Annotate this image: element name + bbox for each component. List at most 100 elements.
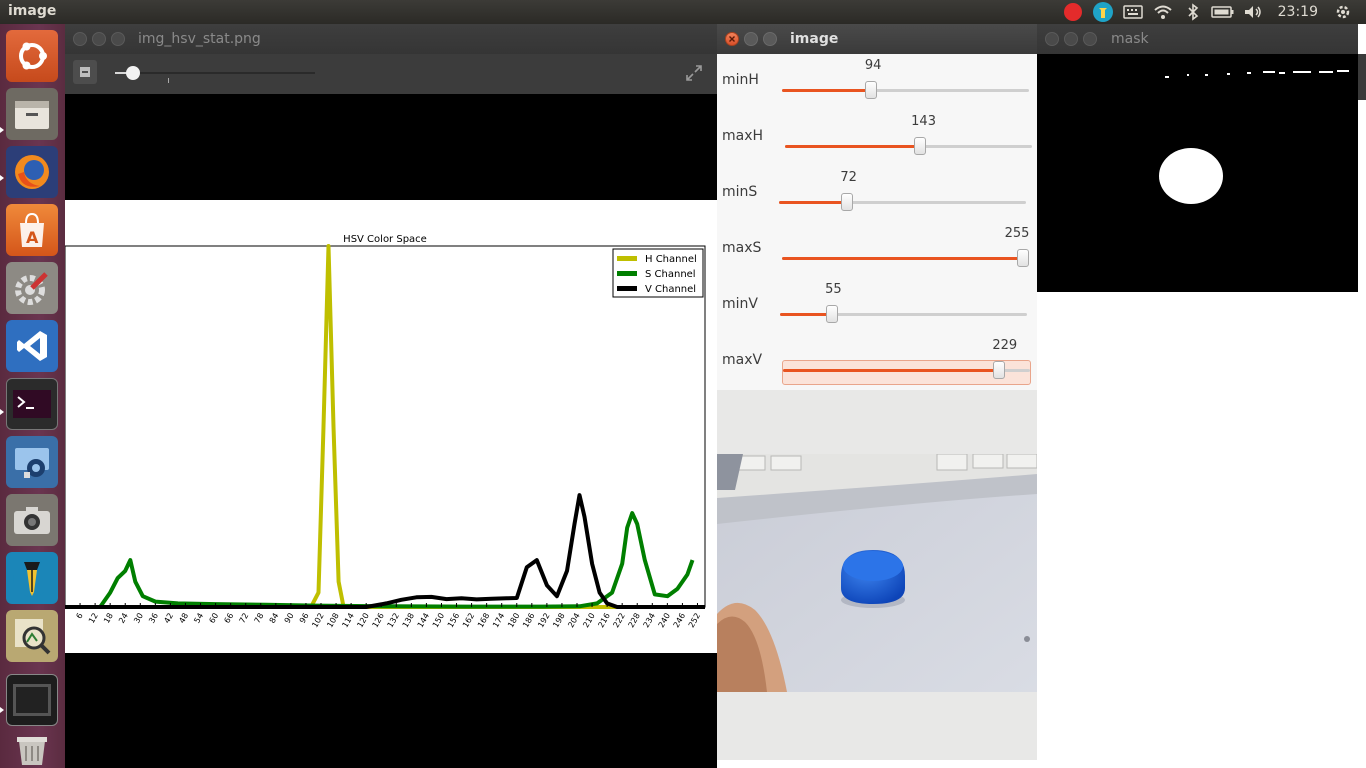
minimize-icon[interactable] [744, 32, 758, 46]
close-icon[interactable] [1045, 32, 1059, 46]
x-tick-label: 12 [87, 612, 100, 625]
camera-image [717, 454, 1037, 692]
software-center-icon[interactable]: A [6, 204, 58, 256]
zoom-thumb[interactable] [126, 66, 140, 80]
slider-value: 229 [992, 338, 1018, 353]
x-tick-label: 240 [657, 612, 672, 630]
slider-fill [782, 89, 874, 92]
viewer-toolbar [65, 54, 717, 94]
maximize-icon[interactable] [111, 32, 125, 46]
keyboard-icon[interactable] [1118, 0, 1148, 24]
slider-row-maxH: maxH 143 [717, 110, 1037, 166]
series-line-0 [65, 244, 705, 609]
close-icon[interactable] [73, 32, 87, 46]
slider-value: 255 [1004, 226, 1030, 241]
firefox-icon[interactable] [6, 146, 58, 198]
fullscreen-icon[interactable] [685, 64, 703, 86]
app-indicator-icon[interactable] [1088, 0, 1118, 24]
x-tick-label: 198 [551, 612, 566, 630]
bluetooth-icon[interactable] [1178, 0, 1208, 24]
battery-icon[interactable] [1208, 0, 1238, 24]
workspace-icon[interactable] [6, 674, 58, 726]
slider-track[interactable] [785, 137, 1032, 155]
slider-thumb[interactable] [826, 305, 839, 323]
terminal-icon[interactable] [6, 378, 58, 430]
x-tick-label: 66 [222, 612, 235, 625]
slider-label: maxH [722, 128, 764, 144]
chart-legend: H Channel S Channel V Channel [612, 248, 704, 298]
zoom-slider[interactable] [115, 66, 315, 83]
slider-track[interactable] [782, 81, 1029, 99]
x-tick-label: 30 [132, 612, 145, 625]
minimize-icon[interactable] [92, 32, 106, 46]
window-title: mask [1111, 31, 1149, 47]
mask-titlebar[interactable]: mask [1037, 24, 1358, 54]
close-icon[interactable] [725, 32, 739, 46]
launcher: A [0, 24, 65, 768]
scrollbar[interactable] [1358, 54, 1366, 100]
camera-icon[interactable] [6, 494, 58, 546]
zoom-out-button[interactable] [73, 60, 97, 84]
image-viewer-icon[interactable] [6, 610, 58, 662]
slider-row-minS: minS 72 [717, 166, 1037, 222]
slider-track[interactable] [782, 249, 1029, 267]
chart-axes [64, 245, 706, 608]
indicator-area: 23:19 [1058, 0, 1358, 24]
x-tick-label: 204 [566, 612, 581, 630]
window-title: img_hsv_stat.png [138, 31, 261, 47]
x-tick-label: 126 [371, 612, 386, 630]
slider-fill [779, 201, 849, 204]
x-tick-label: 234 [642, 612, 657, 630]
trash-icon[interactable] [6, 732, 58, 768]
running-indicator [0, 175, 4, 181]
x-tick-label: 48 [177, 612, 190, 625]
top-panel: image 23:19 [0, 0, 1366, 24]
x-tick-label: 132 [386, 612, 401, 630]
slider-fill [785, 145, 924, 148]
ubuntu-dash-icon[interactable] [6, 30, 58, 82]
legend-swatch [617, 271, 637, 276]
slider-thumb[interactable] [914, 137, 927, 155]
running-indicator [0, 409, 4, 415]
slider-thumb[interactable] [993, 361, 1006, 379]
maximize-icon[interactable] [1083, 32, 1097, 46]
slider-row-minV: minV 55 [717, 278, 1037, 334]
minimize-icon[interactable] [1064, 32, 1078, 46]
x-tick-label: 36 [147, 612, 160, 625]
pen-icon[interactable] [6, 552, 58, 604]
volume-icon[interactable] [1238, 0, 1268, 24]
slider-thumb[interactable] [1017, 249, 1029, 267]
mask-image [1037, 54, 1358, 292]
maximize-icon[interactable] [763, 32, 777, 46]
vscode-icon[interactable] [6, 320, 58, 372]
screen-recorder-icon[interactable] [6, 436, 58, 488]
x-tick-label: 6 [74, 612, 84, 621]
clock[interactable]: 23:19 [1268, 4, 1328, 20]
image-titlebar[interactable]: image [717, 24, 1037, 54]
legend-label: S Channel [645, 269, 696, 280]
power-gear-icon[interactable] [1328, 0, 1358, 24]
slider-thumb[interactable] [840, 193, 853, 211]
slider-label: minV [722, 296, 758, 312]
files-icon[interactable] [6, 88, 58, 140]
x-tick-label: 60 [207, 612, 220, 625]
wifi-icon[interactable] [1148, 0, 1178, 24]
slider-label: minH [722, 72, 759, 88]
x-tick-label: 156 [446, 612, 461, 630]
slider-thumb[interactable] [864, 81, 877, 99]
chart-series [65, 244, 705, 609]
image-window: image minH 94 maxH 143 minS 72 maxS 255 minV 55 ma… [717, 24, 1037, 760]
x-tick-label: 174 [491, 612, 506, 630]
x-tick-label: 150 [431, 612, 446, 630]
x-tick-label: 96 [298, 612, 311, 625]
slider-value: 143 [911, 114, 936, 129]
x-tick-label: 18 [102, 612, 115, 625]
hsv-stat-titlebar[interactable]: img_hsv_stat.png [65, 24, 717, 54]
slider-track[interactable] [780, 305, 1027, 323]
hsv-plot: HSV Color Space 6 12 18 24 30 36 42 48 54 60 66 72 7… [64, 200, 717, 653]
slider-track[interactable] [779, 193, 1026, 211]
system-settings-icon[interactable] [6, 262, 58, 314]
slider-track[interactable] [783, 361, 1030, 379]
record-icon[interactable] [1058, 0, 1088, 24]
hsv-chart: HSV Color Space 6 12 18 24 30 36 42 48 54 60 66 72 7… [64, 234, 706, 630]
